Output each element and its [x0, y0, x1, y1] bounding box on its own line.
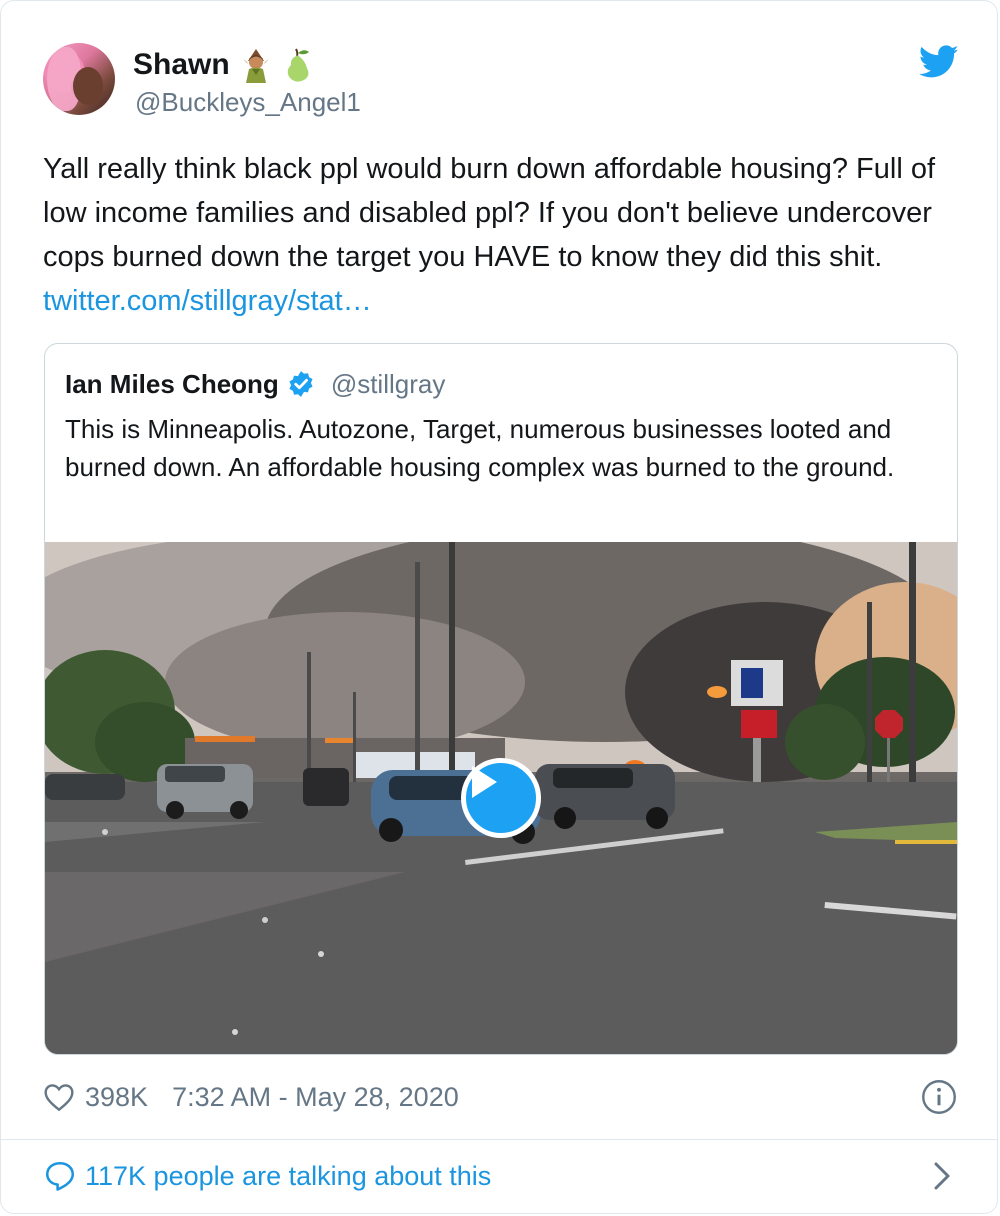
author-display-name[interactable]: Shawn	[133, 48, 230, 82]
avatar-face	[73, 67, 103, 105]
reply-bubble-icon	[45, 1161, 75, 1191]
quoted-tweet-text: This is Minneapolis. Autozone, Target, n…	[65, 414, 895, 482]
conversation-text[interactable]: 117K people are talking about this	[85, 1161, 491, 1192]
conversation-link[interactable]: 117K people are talking about this	[43, 1153, 491, 1199]
play-icon	[472, 766, 497, 798]
woman-elf-emoji-icon	[240, 47, 272, 83]
avatar[interactable]	[43, 43, 115, 115]
author-name-row: Shawn	[133, 45, 316, 85]
verified-badge-icon	[289, 371, 313, 397]
author-handle[interactable]: @Buckleys_Angel1	[135, 87, 361, 118]
quoted-handle: @stillgray	[330, 368, 446, 399]
chevron-right-icon[interactable]	[931, 1161, 953, 1191]
twitter-bird-icon[interactable]	[919, 45, 959, 79]
quoted-tweet-header: Ian Miles Cheong @stillgray	[65, 366, 445, 402]
like-count[interactable]: 398K	[85, 1082, 148, 1113]
info-icon[interactable]	[921, 1079, 957, 1115]
quoted-display-name: Ian Miles Cheong	[65, 368, 279, 399]
tweet-card: Shawn @Buckleys_Angel1 Yall really think…	[0, 0, 998, 1214]
heart-icon[interactable]	[43, 1082, 75, 1112]
tweet-timestamp[interactable]: 7:32 AM - May 28, 2020	[172, 1082, 459, 1113]
quoted-tweet[interactable]: Ian Miles Cheong @stillgray This is Minn…	[44, 343, 958, 1055]
tweet-body: Yall really think black ppl would burn d…	[43, 153, 936, 273]
video-thumbnail[interactable]	[45, 542, 957, 1054]
divider	[1, 1139, 997, 1140]
pear-emoji-icon	[282, 47, 316, 83]
tweet-text: Yall really think black ppl would burn d…	[43, 147, 963, 323]
play-button[interactable]	[461, 758, 541, 838]
tweet-footer: 398K 7:32 AM - May 28, 2020	[43, 1075, 459, 1119]
tweet-link[interactable]: twitter.com/stillgray/stat…	[43, 285, 372, 317]
